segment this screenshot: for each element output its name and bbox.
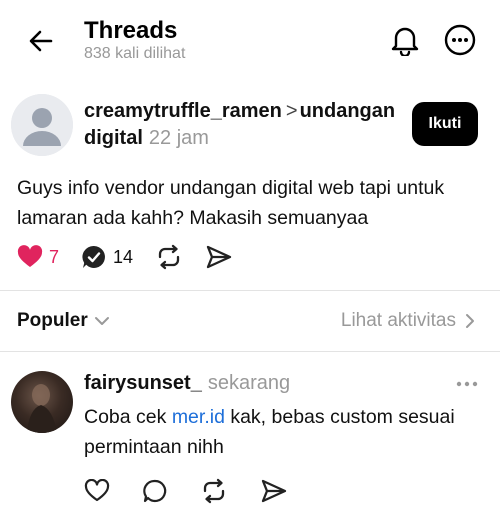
more-horizontal-icon (456, 381, 478, 387)
chevron-right-icon: > (285, 100, 298, 122)
reply-actions (84, 478, 320, 504)
reply-like-button[interactable] (84, 479, 110, 503)
top-bar: Threads 838 kali dilihat (0, 0, 500, 80)
default-avatar-icon (11, 94, 73, 156)
reply-username[interactable]: fairysunset_ (84, 372, 202, 394)
page-title: Threads (84, 17, 178, 44)
sort-dropdown[interactable]: Populer (17, 310, 111, 332)
follow-button[interactable]: Ikuti (412, 102, 478, 146)
reply-repost-button[interactable] (200, 478, 228, 504)
reply-text-part: Coba cek (84, 406, 172, 428)
view-activity-link[interactable]: Lihat aktivitas (341, 310, 478, 332)
post-actions: 7 14 (17, 242, 255, 272)
post-meta: creamytruffle_ramen > undangan digital 22 j… (84, 98, 404, 152)
like-count: 7 (49, 246, 60, 267)
divider (0, 290, 500, 291)
post-username[interactable]: creamytruffle_ramen (84, 100, 282, 122)
repost-button[interactable] (155, 244, 183, 270)
reply-badge-icon (82, 245, 105, 268)
post-text: Guys info vendor undangan digital web ta… (17, 177, 445, 229)
reply-time: sekarang (207, 372, 291, 394)
reply-header: fairysunset_ sekarang (84, 372, 290, 395)
avatar[interactable] (11, 371, 73, 433)
repost-icon (203, 478, 225, 504)
bell-icon (391, 27, 419, 56)
avatar[interactable] (11, 94, 73, 156)
view-activity-label: Lihat aktivitas (340, 310, 456, 331)
profile-photo-icon (27, 384, 57, 433)
sort-label: Populer (17, 310, 88, 331)
repost-icon (158, 244, 180, 270)
reply-count: 14 (113, 246, 134, 267)
reply-comment-button[interactable] (142, 478, 168, 504)
send-icon (206, 245, 232, 269)
reply-text: Coba cek mer.id kak, bebas custom sesuai… (84, 402, 484, 462)
thread-post: creamytruffle_ramen > undangan digital 22 j… (0, 84, 500, 274)
replies-button[interactable]: 14 (81, 244, 133, 270)
chevron-down-icon (94, 317, 109, 325)
back-arrow-icon (29, 30, 53, 52)
back-button[interactable] (26, 26, 56, 56)
view-count: 838 kali dilihat (84, 45, 186, 62)
more-options-button[interactable] (443, 23, 477, 57)
comment-icon (143, 479, 167, 503)
heart-outline-icon (84, 479, 110, 502)
reply-link[interactable]: mer.id (172, 406, 225, 428)
heart-filled-icon (17, 245, 43, 267)
reply-share-button[interactable] (260, 478, 288, 504)
replies-sort-bar: Populer Lihat aktivitas (0, 300, 500, 342)
reply-item: fairysunset_ sekarang Coba cek mer.id kak… (0, 360, 500, 518)
share-button[interactable] (205, 244, 233, 270)
chevron-right-icon (466, 314, 474, 328)
reply-more-button[interactable] (454, 374, 480, 394)
notification-button[interactable] (388, 23, 422, 57)
send-icon (261, 479, 287, 503)
post-time: 22 jam (148, 127, 209, 149)
divider (0, 351, 500, 352)
more-icon (444, 24, 476, 56)
like-button[interactable]: 7 (17, 245, 59, 269)
